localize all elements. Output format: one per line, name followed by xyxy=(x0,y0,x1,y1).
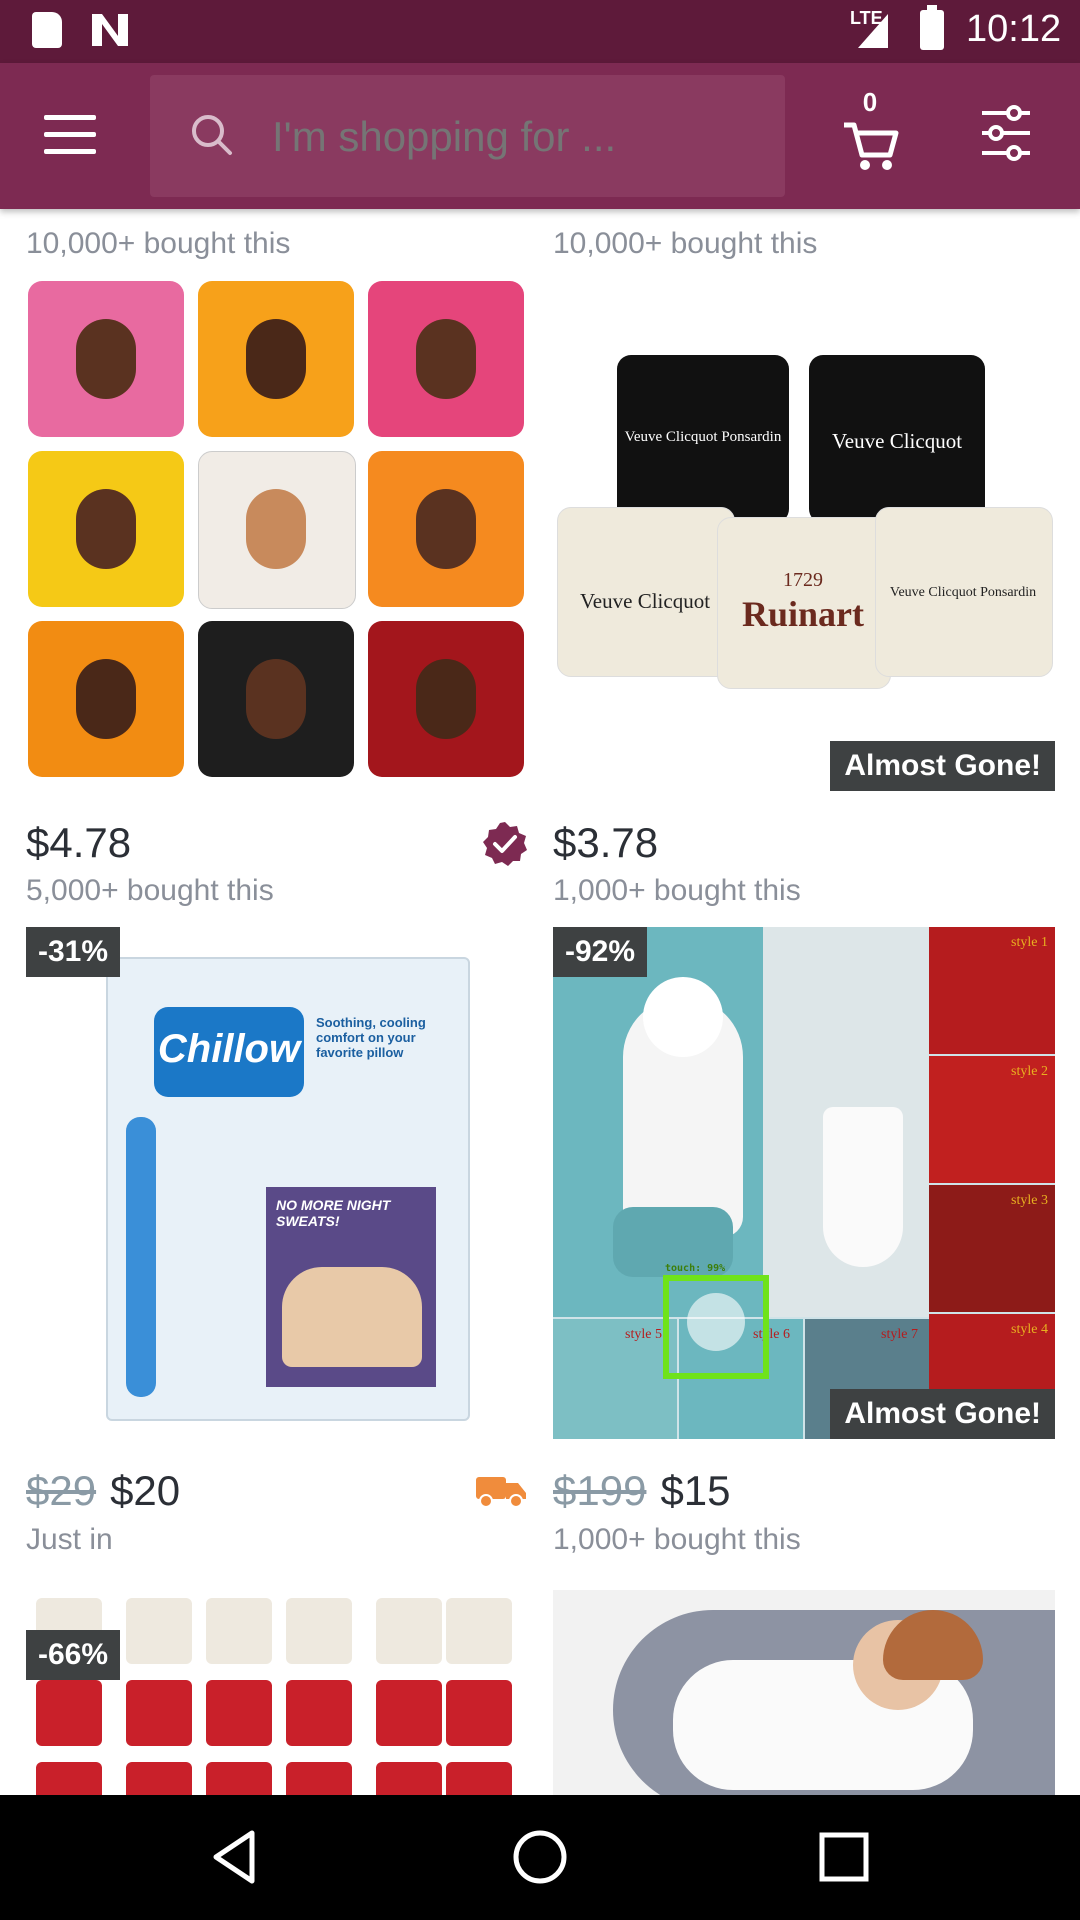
notification-n-icon xyxy=(92,14,128,46)
style-label: style 7 xyxy=(881,1327,918,1342)
original-price: $199 xyxy=(553,1467,647,1514)
product-image[interactable]: -66% xyxy=(26,1590,528,1795)
price-row: $199 $15 xyxy=(553,1467,1055,1523)
discount-badge: -31% xyxy=(26,927,121,977)
touch-label: touch: 99% xyxy=(665,1263,726,1274)
clock: 10:12 xyxy=(966,8,1062,50)
product-image[interactable]: style 1 style 2 style 3 style 4 style 5 … xyxy=(553,927,1055,1439)
price: $4.78 xyxy=(26,819,132,866)
menu-button[interactable] xyxy=(44,115,96,155)
status-bar: LTE 10:12 xyxy=(0,0,1080,63)
cart-button[interactable]: 0 xyxy=(840,87,900,173)
box-callout: NO MORE NIGHT SWEATS! xyxy=(276,1197,391,1229)
status-text: Just in xyxy=(26,1523,113,1556)
box-brand: Chillow xyxy=(157,1027,301,1071)
style-label: style 5 xyxy=(625,1327,662,1342)
discount-badge: -92% xyxy=(553,927,648,977)
app-bar: 0 xyxy=(0,63,1080,209)
cart-icon xyxy=(844,122,899,170)
filter-button[interactable] xyxy=(980,103,1032,163)
bought-count-top: 10,000+ bought this xyxy=(553,227,818,260)
almost-gone-badge: Almost Gone! xyxy=(830,1389,1055,1439)
bought-count: 5,000+ bought this xyxy=(26,874,274,907)
pillow-label: Veuve Clicquot xyxy=(831,429,963,453)
price-row: $3.78 xyxy=(553,819,1055,875)
price: $3.78 xyxy=(553,819,659,866)
style-label: style 1 xyxy=(1011,935,1048,950)
bought-count-top: 10,000+ bought this xyxy=(26,227,291,260)
truck-icon xyxy=(476,1477,526,1508)
sd-card-icon xyxy=(32,12,62,48)
search-box[interactable] xyxy=(150,75,785,197)
pillow-label: Veuve Clicquot xyxy=(579,589,711,613)
pillow-label: Veuve Clicquot Ponsardin xyxy=(889,585,1037,600)
product-image[interactable]: Veuve Clicquot Ponsardin Veuve Clicquot … xyxy=(553,279,1055,791)
style-label: style 2 xyxy=(1011,1064,1048,1079)
product-card[interactable]: style 1 style 2 style 3 style 4 style 5 … xyxy=(553,927,1055,1587)
price: $15 xyxy=(660,1467,731,1514)
product-card[interactable]: -66% xyxy=(26,1590,528,1795)
pillow-label: Ruinart xyxy=(741,594,864,634)
style-label: style 3 xyxy=(1011,1193,1048,1208)
product-card[interactable]: 10,000+ bought this $4.78 5,000+ bought … xyxy=(26,227,528,909)
almost-gone-badge: Almost Gone! xyxy=(830,741,1055,791)
battery-icon xyxy=(920,5,944,50)
price-row: $4.78 xyxy=(26,819,528,875)
pillow-label: Veuve Clicquot Ponsardin xyxy=(624,429,782,445)
product-image[interactable] xyxy=(26,279,528,791)
verified-icon xyxy=(483,822,527,866)
search-input[interactable] xyxy=(270,109,774,165)
product-image[interactable]: Chillow Soothing, cooling comfort on you… xyxy=(26,927,528,1439)
product-grid: 10,000+ bought this $4.78 5,000+ bought … xyxy=(0,209,1080,1795)
recents-icon[interactable] xyxy=(814,1827,874,1887)
bought-count: 1,000+ bought this xyxy=(553,1523,801,1556)
pillow-label: 1729 xyxy=(783,569,823,591)
product-card[interactable]: 10,000+ bought this Veuve Clicquot Ponsa… xyxy=(553,227,1055,909)
discount-badge: -66% xyxy=(26,1630,121,1680)
search-icon xyxy=(192,115,232,155)
system-nav-bar xyxy=(0,1795,1080,1920)
filter-sliders-icon xyxy=(982,105,1030,161)
touch-indicator xyxy=(663,1275,769,1379)
product-card[interactable] xyxy=(553,1590,1055,1795)
bought-count: 1,000+ bought this xyxy=(553,874,801,907)
home-icon[interactable] xyxy=(510,1827,570,1887)
back-icon[interactable] xyxy=(206,1827,266,1887)
original-price: $29 xyxy=(26,1467,97,1514)
product-image[interactable] xyxy=(553,1590,1055,1795)
style-label: style 4 xyxy=(1011,1322,1048,1337)
box-tagline: Soothing, cooling comfort on your favori… xyxy=(316,1015,426,1060)
price-row: $29 $20 xyxy=(26,1467,528,1523)
price: $20 xyxy=(110,1467,181,1514)
signal-icon xyxy=(858,14,888,48)
product-card[interactable]: Chillow Soothing, cooling comfort on you… xyxy=(26,927,528,1587)
